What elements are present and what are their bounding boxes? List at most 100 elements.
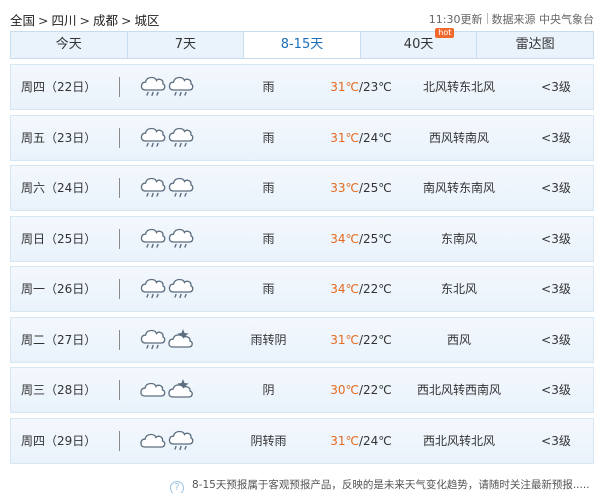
forecast-day: 周二（27日） bbox=[21, 332, 97, 347]
weather-condition: 雨 bbox=[262, 80, 275, 94]
wind-level: <3级 bbox=[541, 383, 571, 397]
temperature-range: 31℃/22℃ bbox=[311, 318, 411, 362]
temperature-range: 34℃/25℃ bbox=[311, 217, 411, 261]
forecast-row[interactable]: 周四（29日） 阴转雨 31℃/24℃ 西北风转北风 <3级 bbox=[10, 417, 594, 464]
forecast-row[interactable]: 周三（28日） 阴 30℃/22℃ 西北风转西南风 <3级 bbox=[10, 367, 594, 413]
cloudy-night-icon bbox=[167, 326, 195, 352]
wind-level: <3级 bbox=[541, 332, 571, 347]
disclaimer-text: 8-15天预报属于客观预报产品，反映的是未来天气变化趋势，请随时关注最新预报..… bbox=[192, 479, 590, 491]
forecast-row[interactable]: 周六（24日） 雨 33℃/25℃ 南风转东南风 <3级 bbox=[10, 165, 594, 211]
forecast-day: 周四（29日） bbox=[21, 433, 97, 448]
temperature-low: /23℃ bbox=[358, 80, 392, 94]
temperature-range: 34℃/22℃ bbox=[311, 267, 411, 311]
forecast-day: 周一（26日） bbox=[21, 282, 97, 296]
temperature-high: 34℃ bbox=[330, 282, 359, 296]
tab-radar[interactable]: 雷达图 bbox=[477, 32, 593, 58]
cloud-icon bbox=[139, 376, 167, 402]
temperature-low: /22℃ bbox=[358, 282, 392, 296]
wind-direction: 东北风 bbox=[440, 282, 477, 296]
rain-cloud-icon bbox=[167, 275, 195, 301]
wind-level: <3级 bbox=[541, 231, 571, 246]
temperature-low: /25℃ bbox=[358, 231, 392, 246]
cloud-icon bbox=[139, 427, 167, 453]
row-divider bbox=[119, 178, 120, 198]
breadcrumb-city[interactable]: 成都 bbox=[93, 13, 118, 28]
tab-label: 7天 bbox=[174, 37, 197, 52]
tab-label: 雷达图 bbox=[515, 37, 555, 52]
rain-cloud-icon bbox=[139, 174, 167, 200]
rain-cloud-icon bbox=[139, 275, 167, 301]
wind-level: <3级 bbox=[541, 433, 571, 448]
forecast-day: 周日（25日） bbox=[21, 231, 97, 246]
wind-level: <3级 bbox=[541, 181, 571, 195]
row-divider bbox=[119, 228, 120, 249]
temperature-range: 30℃/22℃ bbox=[311, 368, 411, 412]
hot-badge: hot bbox=[435, 28, 455, 38]
rain-cloud-icon bbox=[167, 174, 195, 200]
row-divider bbox=[119, 329, 120, 350]
temperature-range: 31℃/24℃ bbox=[311, 419, 411, 463]
weather-icons bbox=[139, 116, 201, 160]
wind-direction: 西北风转北风 bbox=[422, 433, 495, 448]
forecast-row[interactable]: 周四（22日） 雨 31℃/23℃ 北风转东北风 <3级 bbox=[10, 64, 594, 110]
forecast-row[interactable]: 周五（23日） 雨 31℃/24℃ 西风转南风 <3级 bbox=[10, 114, 594, 161]
tab-label: 今天 bbox=[55, 37, 82, 52]
weather-icons bbox=[139, 419, 201, 463]
forecast-row[interactable]: 周二（27日） 雨转阴 31℃/22℃ 西风 <3级 bbox=[10, 316, 594, 363]
temperature-high: 31℃ bbox=[330, 130, 359, 145]
temperature-high: 31℃ bbox=[330, 433, 359, 448]
forecast-day: 周四（22日） bbox=[21, 80, 97, 94]
forecast-day: 周五（23日） bbox=[21, 130, 97, 145]
wind-level: <3级 bbox=[541, 130, 571, 145]
tab-40-days[interactable]: 40天 hot bbox=[361, 28, 478, 58]
disclaimer: ? 8-15天预报属于客观预报产品，反映的是未来天气变化趋势，请随时关注最新预报.… bbox=[170, 477, 600, 493]
row-divider bbox=[119, 430, 120, 451]
weather-condition: 雨 bbox=[262, 282, 275, 296]
tab-today[interactable]: 今天 bbox=[11, 32, 128, 58]
forecast-row[interactable]: 周一（26日） 雨 34℃/22℃ 东北风 <3级 bbox=[10, 266, 594, 312]
rain-cloud-icon bbox=[139, 124, 167, 150]
weather-condition: 阴 bbox=[262, 383, 275, 397]
temperature-high: 33℃ bbox=[330, 181, 359, 195]
wind-level: <3级 bbox=[541, 282, 571, 296]
weather-condition: 雨 bbox=[262, 231, 275, 246]
tab-8-15-days[interactable]: 8-15天 bbox=[244, 32, 361, 58]
forecast-day: 周六（24日） bbox=[21, 181, 97, 195]
weather-condition: 雨转阴 bbox=[250, 332, 287, 347]
breadcrumb-country[interactable]: 全国 bbox=[10, 13, 35, 28]
weather-condition: 阴转雨 bbox=[250, 433, 287, 448]
forecast-day: 周三（28日） bbox=[21, 383, 97, 397]
temperature-range: 31℃/24℃ bbox=[311, 116, 411, 160]
weather-condition: 雨 bbox=[262, 181, 275, 195]
wind-direction: 西风转南风 bbox=[428, 130, 489, 145]
temperature-range: 33℃/25℃ bbox=[311, 166, 411, 210]
temperature-low: /22℃ bbox=[358, 383, 392, 397]
breadcrumb: 全国 > 四川 > 成都 > 城区 bbox=[10, 10, 160, 29]
tab-label: 40天 bbox=[403, 37, 434, 52]
forecast-tabs: 今天 7天 8-15天 40天 hot 雷达图 bbox=[10, 28, 594, 59]
help-icon[interactable]: ? bbox=[170, 481, 184, 493]
rain-cloud-icon bbox=[139, 73, 167, 99]
wind-direction: 南风转东南风 bbox=[422, 181, 495, 195]
rain-cloud-icon bbox=[167, 427, 195, 453]
row-divider bbox=[119, 380, 120, 400]
cloudy-night-icon bbox=[167, 376, 195, 402]
rain-cloud-icon bbox=[167, 124, 195, 150]
temperature-low: /24℃ bbox=[358, 130, 392, 145]
tab-label: 8-15天 bbox=[280, 37, 324, 52]
breadcrumb-separator: > bbox=[38, 13, 49, 28]
wind-level: <3级 bbox=[541, 80, 571, 94]
rain-cloud-icon bbox=[167, 225, 195, 251]
row-divider bbox=[119, 279, 120, 299]
wind-direction: 西风 bbox=[446, 332, 471, 347]
weather-icons bbox=[139, 267, 201, 311]
wind-direction: 东南风 bbox=[440, 231, 477, 246]
update-time: 11:30更新 bbox=[428, 13, 483, 26]
rain-cloud-icon bbox=[139, 326, 167, 352]
temperature-high: 34℃ bbox=[330, 231, 359, 246]
temperature-low: /24℃ bbox=[358, 433, 392, 448]
temperature-low: /25℃ bbox=[358, 181, 392, 195]
breadcrumb-province[interactable]: 四川 bbox=[52, 13, 77, 28]
tab-7-days[interactable]: 7天 bbox=[128, 32, 245, 58]
forecast-row[interactable]: 周日（25日） 雨 34℃/25℃ 东南风 <3级 bbox=[10, 215, 594, 262]
